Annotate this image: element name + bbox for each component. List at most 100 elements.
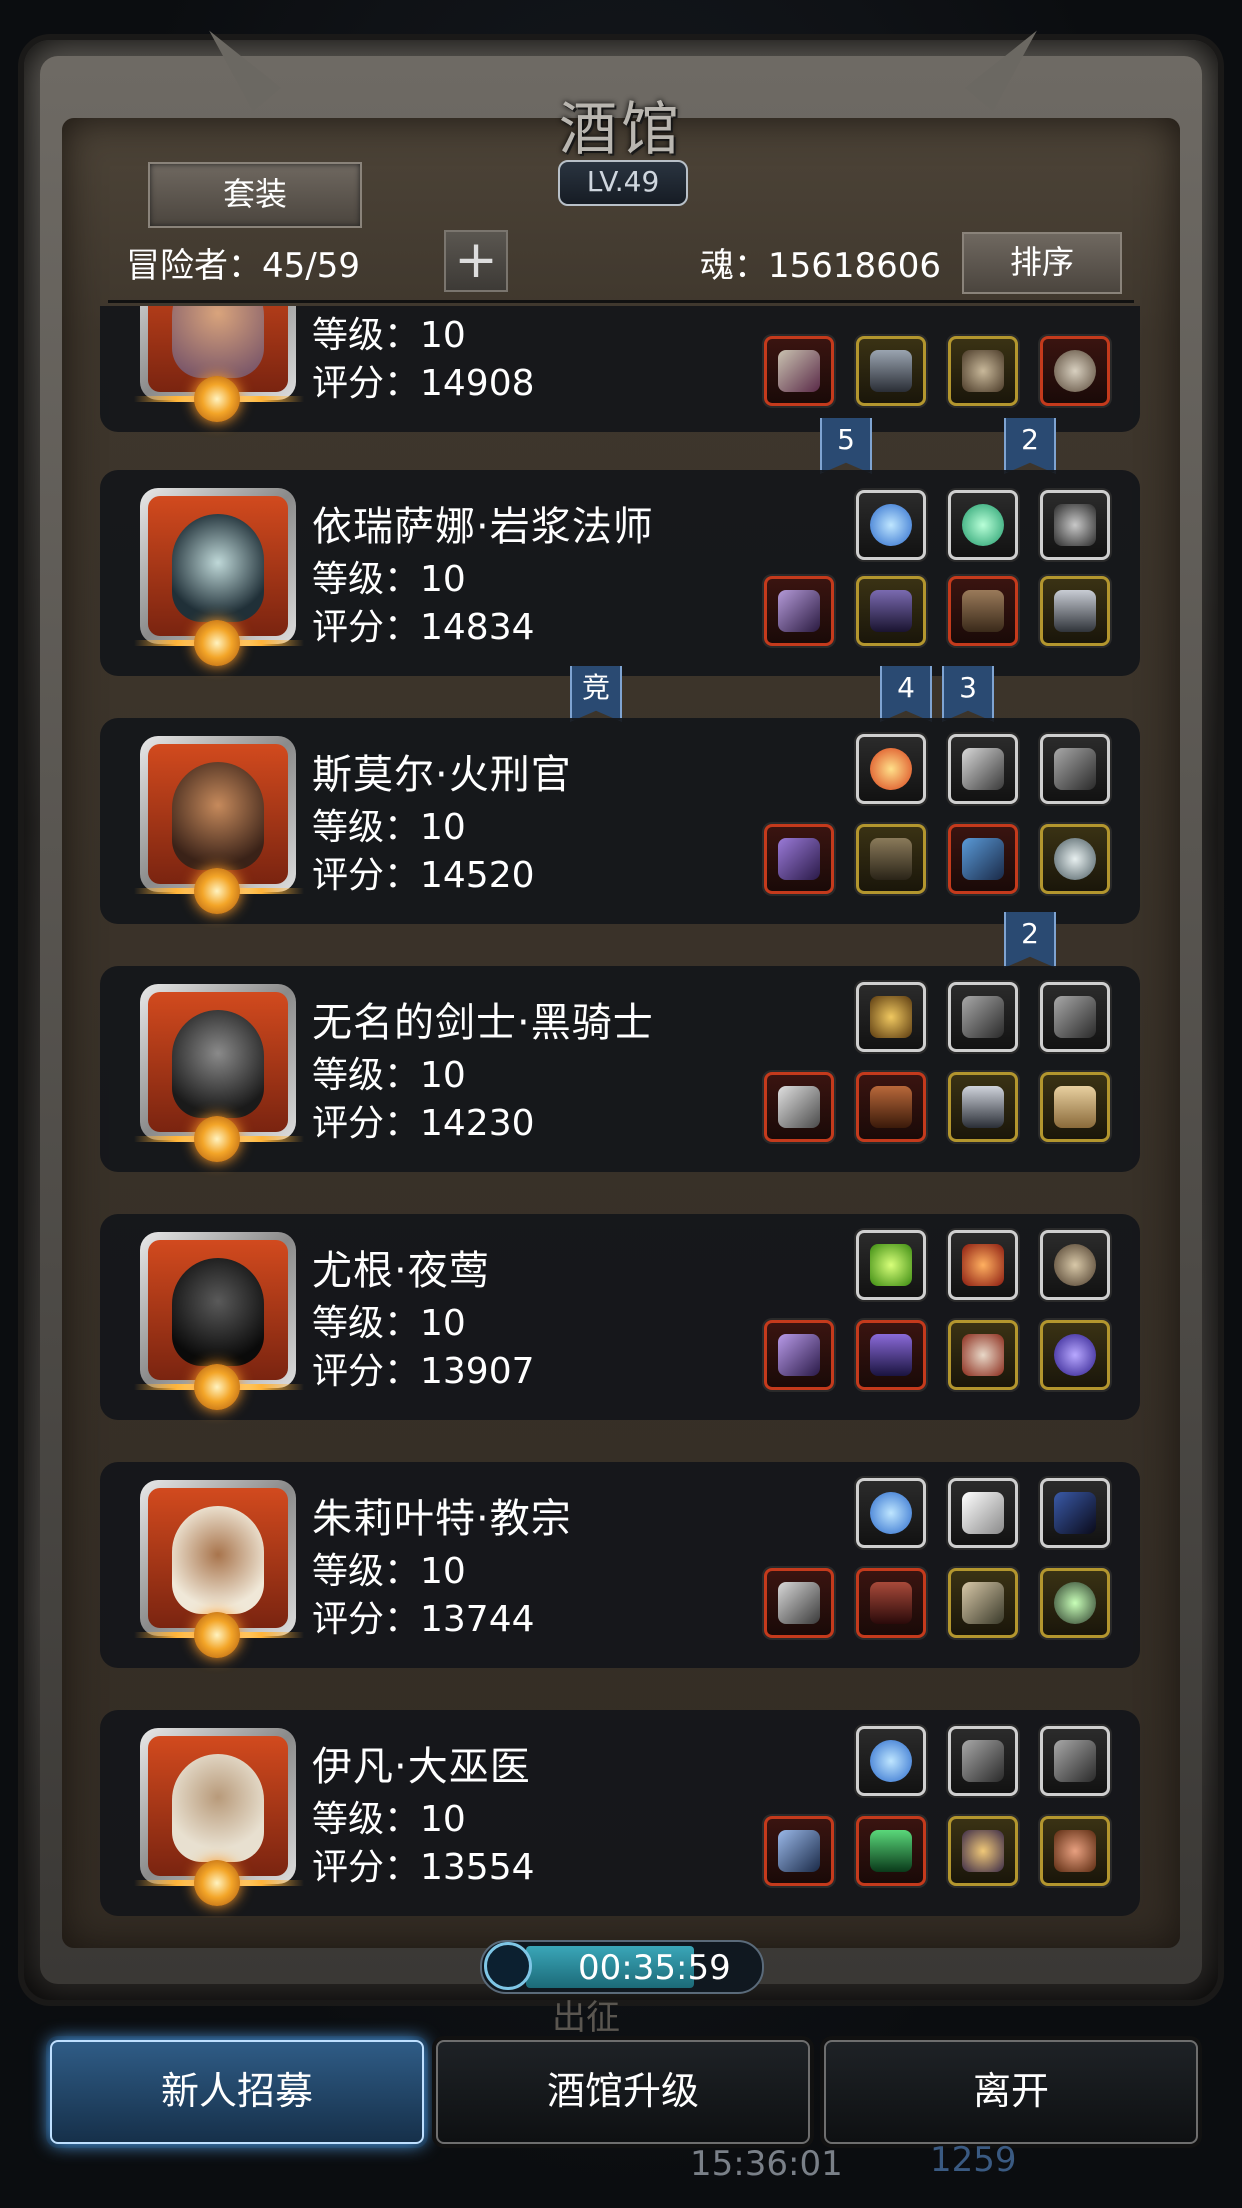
clock-time: 15:36:01: [690, 2144, 843, 2184]
amulet-slot[interactable]: [856, 982, 926, 1052]
footer-count: 1259: [930, 2140, 1017, 2180]
hero-score: 评分：13744: [312, 1599, 535, 1640]
weapon-slot[interactable]: [764, 1320, 834, 1390]
weapon-slot[interactable]: [764, 824, 834, 894]
gauntlet-slot[interactable]: [948, 1726, 1018, 1796]
hero-card[interactable]: 朱莉叶特·教宗 等级：10 评分：13744: [100, 1462, 1140, 1668]
recruit-timer: 00:35:59: [480, 1940, 764, 1994]
staff-slot[interactable]: [764, 1816, 834, 1886]
weapon-slot[interactable]: [764, 576, 834, 646]
helmet-slot[interactable]: [948, 336, 1018, 406]
hero-name: 斯莫尔·火刑官: [312, 752, 572, 798]
depart-label: 出征: [552, 1998, 620, 2038]
set-tab-button[interactable]: 套装: [148, 162, 362, 228]
hero-score: 评分：13554: [312, 1847, 535, 1888]
tavern-upgrade-button[interactable]: 酒馆升级: [436, 2040, 810, 2144]
hero-card[interactable]: 伊凡·大巫医 等级：10 评分：13554: [100, 1710, 1140, 1916]
rank-emblem: [134, 1364, 304, 1412]
potion-slot[interactable]: [856, 1230, 926, 1300]
hero-score: 评分：14834: [312, 607, 535, 648]
mask-slot[interactable]: [1040, 490, 1110, 560]
armor-slot[interactable]: [856, 824, 926, 894]
helmet-slot[interactable]: [1040, 576, 1110, 646]
rank-emblem: [134, 868, 304, 916]
upgrade-badge: 3: [942, 666, 994, 722]
bow-slot[interactable]: [1040, 1478, 1110, 1548]
skull-slot[interactable]: [948, 1320, 1018, 1390]
tavern-level-badge: LV.49: [558, 160, 688, 206]
hero-card[interactable]: 斯莫尔·火刑官 等级：10 评分：14520: [100, 718, 1140, 924]
armor-slot[interactable]: [856, 336, 926, 406]
shield-slot[interactable]: [948, 1072, 1018, 1142]
page-title: 酒馆: [558, 95, 683, 163]
gauntlet-slot[interactable]: [948, 1568, 1018, 1638]
ring-slot[interactable]: [1040, 824, 1110, 894]
rank-emblem: [134, 1860, 304, 1908]
hero-level: 等级：10: [312, 1055, 466, 1096]
feather-slot[interactable]: [948, 734, 1018, 804]
hero-card[interactable]: 无名的剑士·黑骑士 等级：10 评分：14230: [100, 966, 1140, 1172]
add-adventurer-button[interactable]: +: [444, 230, 508, 292]
hero-name: 尤根·夜莺: [312, 1248, 490, 1294]
hero-name: 无名的剑士·黑骑士: [312, 1000, 654, 1046]
hero-list[interactable]: 等级：10 评分：14908 5 2 依瑞萨娜·岩浆法师 等级：10 评分：14…: [100, 306, 1140, 1918]
adventurer-count: 冒险者：45/59: [126, 246, 360, 286]
fire-orb-slot[interactable]: [856, 734, 926, 804]
hero-level: 等级：10: [312, 315, 466, 356]
orb-slot[interactable]: [856, 1478, 926, 1548]
arena-badge: 竞: [570, 666, 622, 722]
hero-card[interactable]: 尤根·夜莺 等级：10 评分：13907: [100, 1214, 1140, 1420]
orb-slot[interactable]: [856, 490, 926, 560]
upgrade-badge: 4: [880, 666, 932, 722]
rank-emblem: [134, 376, 304, 424]
hero-card[interactable]: 依瑞萨娜·岩浆法师 等级：10 评分：14834: [100, 470, 1140, 676]
hero-level: 等级：10: [312, 1303, 466, 1344]
scroll-slot[interactable]: [1040, 1072, 1110, 1142]
hero-name: 朱莉叶特·教宗: [312, 1496, 572, 1542]
hero-score: 评分：14908: [312, 363, 535, 404]
recruit-button[interactable]: 新人招募: [50, 2040, 424, 2144]
hero-level: 等级：10: [312, 1551, 466, 1592]
trophy-slot[interactable]: [948, 1230, 1018, 1300]
hero-level: 等级：10: [312, 807, 466, 848]
gauntlet-slot[interactable]: [1040, 1726, 1110, 1796]
sword-slot[interactable]: [764, 1072, 834, 1142]
hero-level: 等级：10: [312, 559, 466, 600]
leave-button[interactable]: 离开: [824, 2040, 1198, 2144]
hero-score: 评分：14520: [312, 855, 535, 896]
armor-slot[interactable]: [856, 1072, 926, 1142]
amulet-slot[interactable]: [1040, 1568, 1110, 1638]
gauntlet-slot[interactable]: [1040, 734, 1110, 804]
hero-score: 评分：13907: [312, 1351, 535, 1392]
gem-slot[interactable]: [948, 490, 1018, 560]
shield-slot[interactable]: [1040, 336, 1110, 406]
hero-card[interactable]: 等级：10 评分：14908: [100, 306, 1140, 432]
shell-slot[interactable]: [1040, 1230, 1110, 1300]
robe-slot[interactable]: [856, 1568, 926, 1638]
hero-score: 评分：14230: [312, 1103, 535, 1144]
ring-slot[interactable]: [1040, 1320, 1110, 1390]
bracer-slot[interactable]: [948, 824, 1018, 894]
rank-emblem: [134, 1612, 304, 1660]
hero-name: 伊凡·大巫医: [312, 1744, 531, 1790]
talisman-slot[interactable]: [948, 1816, 1018, 1886]
rank-emblem: [134, 620, 304, 668]
sort-button[interactable]: 排序: [962, 232, 1122, 294]
orb-slot[interactable]: [856, 1726, 926, 1796]
book-slot[interactable]: [948, 576, 1018, 646]
gauntlet-slot[interactable]: [948, 982, 1018, 1052]
timer-text: 00:35:59: [578, 1948, 731, 1988]
necklace-slot[interactable]: [1040, 1816, 1110, 1886]
weapon-slot[interactable]: [764, 336, 834, 406]
gauntlet-slot[interactable]: [1040, 982, 1110, 1052]
armor-slot[interactable]: [856, 576, 926, 646]
armor-slot[interactable]: [856, 1816, 926, 1886]
upgrade-badge: 5: [820, 418, 872, 474]
clock-icon: [484, 1942, 532, 1990]
hero-level: 等级：10: [312, 1799, 466, 1840]
wing-slot[interactable]: [948, 1478, 1018, 1548]
armor-slot[interactable]: [856, 1320, 926, 1390]
divider: [108, 300, 1134, 303]
rank-emblem: [134, 1116, 304, 1164]
hammer-slot[interactable]: [764, 1568, 834, 1638]
